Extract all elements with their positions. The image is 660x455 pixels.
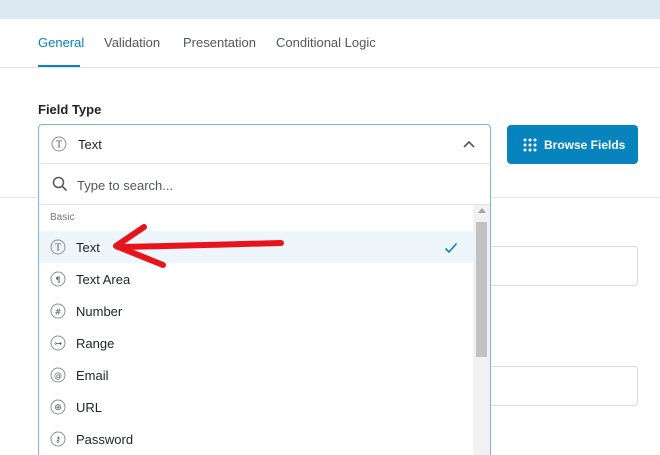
number-icon: # bbox=[50, 303, 66, 324]
settings-tabs: General Validation Presentation Conditio… bbox=[0, 19, 660, 68]
option-email[interactable]: @ Email bbox=[39, 359, 473, 391]
dropdown-search bbox=[39, 164, 490, 205]
scroll-up-arrow-icon[interactable] bbox=[478, 208, 486, 213]
search-input[interactable] bbox=[77, 175, 457, 195]
option-label: Range bbox=[76, 336, 115, 351]
option-label: Password bbox=[76, 432, 134, 447]
svg-text:@: @ bbox=[54, 371, 62, 380]
tab-conditional-logic[interactable]: Conditional Logic bbox=[276, 35, 376, 50]
text-icon: T bbox=[50, 239, 66, 260]
option-password[interactable]: ⚷ Password bbox=[39, 423, 473, 455]
dropdown-scrollbar[interactable] bbox=[473, 205, 490, 455]
svg-text:⊕: ⊕ bbox=[54, 403, 62, 413]
field-type-label: Field Type bbox=[38, 102, 102, 117]
option-label: Text Area bbox=[76, 272, 131, 287]
text-icon: T bbox=[51, 136, 67, 157]
email-icon: @ bbox=[50, 367, 66, 388]
svg-text:#: # bbox=[55, 308, 62, 317]
tab-general[interactable]: General bbox=[38, 35, 84, 50]
option-label: Number bbox=[76, 304, 123, 319]
tab-presentation[interactable]: Presentation bbox=[183, 35, 256, 50]
option-url[interactable]: ⊕ URL bbox=[39, 391, 473, 423]
field-type-dropdown: Basic T Text ¶ Text Area # Number ⊶ Rang… bbox=[38, 163, 491, 455]
range-icon: ⊶ bbox=[50, 335, 66, 356]
checkmark-icon bbox=[444, 241, 458, 259]
option-text[interactable]: T Text bbox=[39, 231, 473, 263]
option-range[interactable]: ⊶ Range bbox=[39, 327, 473, 359]
top-banner-strip bbox=[0, 0, 660, 19]
tab-validation[interactable]: Validation bbox=[104, 35, 160, 50]
grid-icon bbox=[523, 138, 537, 155]
option-label: Text bbox=[76, 240, 100, 255]
field-type-select[interactable]: T Text bbox=[38, 124, 491, 164]
svg-text:¶: ¶ bbox=[55, 276, 60, 285]
option-text-area[interactable]: ¶ Text Area bbox=[39, 263, 473, 295]
option-number[interactable]: # Number bbox=[39, 295, 473, 327]
key-icon: ⚷ bbox=[50, 431, 66, 452]
browse-fields-label: Browse Fields bbox=[544, 138, 626, 152]
svg-text:⊶: ⊶ bbox=[54, 339, 62, 348]
svg-text:T: T bbox=[56, 140, 62, 151]
svg-text:⚷: ⚷ bbox=[55, 435, 61, 444]
chevron-up-icon[interactable] bbox=[462, 138, 476, 157]
option-group-label: Basic bbox=[50, 212, 75, 223]
globe-icon: ⊕ bbox=[50, 399, 66, 420]
option-label: Email bbox=[76, 368, 109, 383]
active-tab-indicator bbox=[38, 65, 80, 67]
option-label: URL bbox=[76, 400, 103, 415]
scrollbar-thumb[interactable] bbox=[476, 222, 487, 357]
search-icon bbox=[52, 176, 68, 197]
browse-fields-button[interactable]: Browse Fields bbox=[507, 125, 638, 164]
field-type-selected-value: Text bbox=[78, 137, 102, 152]
background-input-field[interactable] bbox=[480, 366, 638, 406]
svg-text:T: T bbox=[55, 243, 61, 254]
textarea-icon: ¶ bbox=[50, 271, 66, 292]
background-input-field[interactable] bbox=[480, 246, 638, 286]
